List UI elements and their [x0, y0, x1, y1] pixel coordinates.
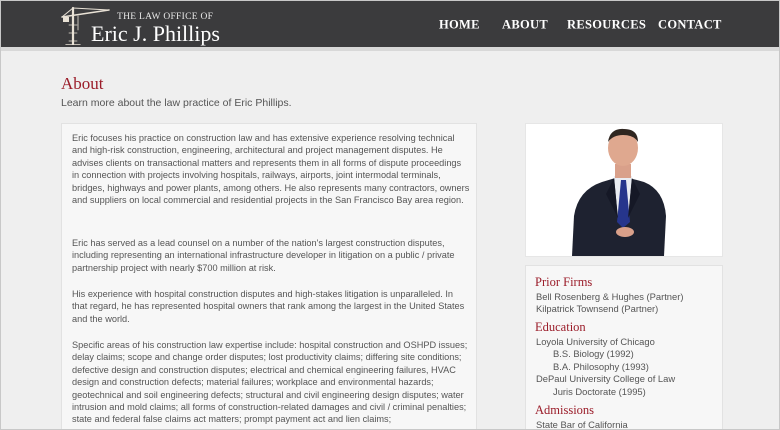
- education-item: B.S. Biology (1992): [553, 348, 634, 359]
- education-heading: Education: [535, 320, 586, 334]
- bio-content: Eric focuses his practice on constructio…: [61, 123, 477, 429]
- page-subtitle: Learn more about the law practice of Eri…: [61, 97, 292, 109]
- nav-contact[interactable]: CONTACT: [658, 18, 722, 33]
- page-frame: THE LAW OFFICE OF Eric J. Phillips HOME …: [0, 0, 780, 430]
- nav-home[interactable]: HOME: [439, 18, 480, 33]
- bio-paragraph: His experience with hospital constructio…: [72, 289, 465, 324]
- bio-paragraph: Specific areas of his construction law e…: [72, 340, 468, 425]
- site-logo[interactable]: THE LAW OFFICE OF Eric J. Phillips: [61, 5, 241, 46]
- bio-paragraph: Eric has served as a lead counsel on a n…: [72, 238, 455, 273]
- prior-firms-heading: Prior Firms: [535, 275, 593, 289]
- sidebar-details: Prior Firms Bell Rosenberg & Hughes (Par…: [525, 265, 723, 430]
- admissions-heading: Admissions: [535, 403, 595, 417]
- header-bar: THE LAW OFFICE OF Eric J. Phillips HOME …: [1, 1, 779, 51]
- education-item: Juris Doctorate (1995): [553, 386, 646, 397]
- portrait-card: [525, 123, 723, 257]
- page-title: About: [61, 74, 104, 93]
- education-item: Loyola University of Chicago: [536, 336, 655, 347]
- education-item: B.A. Philosophy (1993): [553, 361, 649, 372]
- bio-paragraph: Eric focuses his practice on constructio…: [72, 133, 470, 206]
- prior-firm-item: Bell Rosenberg & Hughes (Partner): [536, 291, 684, 302]
- logo-name: Eric J. Phillips: [91, 21, 220, 46]
- prior-firm-item: Kilpatrick Townsend (Partner): [536, 303, 659, 314]
- attorney-portrait: [572, 128, 666, 256]
- nav-about[interactable]: ABOUT: [502, 18, 548, 33]
- admissions-item: State Bar of California: [536, 419, 628, 430]
- education-item: DePaul University College of Law: [536, 373, 676, 384]
- nav-resources[interactable]: RESOURCES: [567, 18, 646, 33]
